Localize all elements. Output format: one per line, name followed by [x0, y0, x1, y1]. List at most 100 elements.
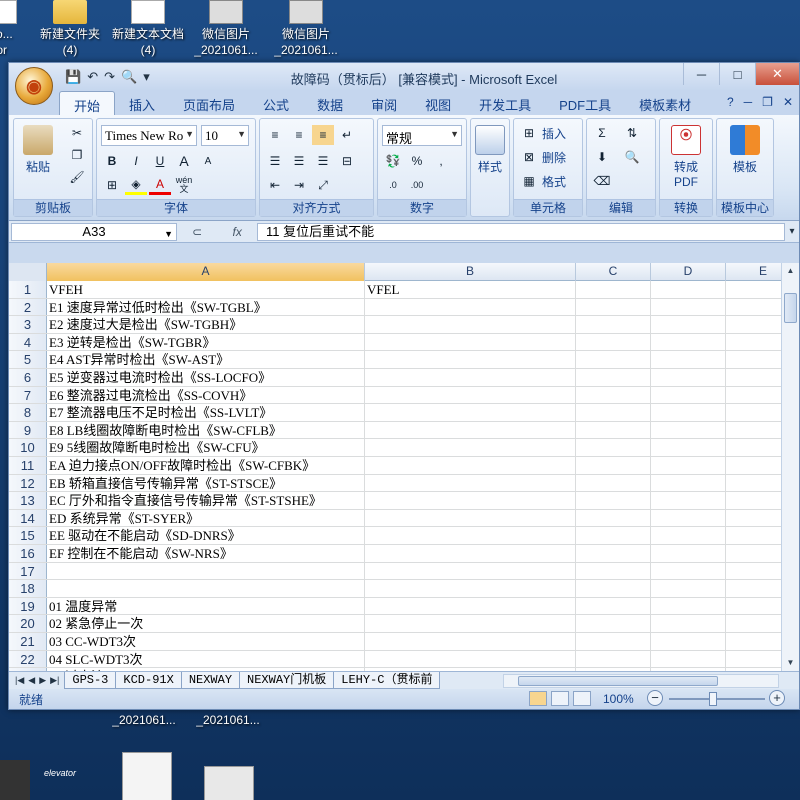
cell-d[interactable]	[651, 492, 726, 509]
cell-b[interactable]	[365, 580, 576, 597]
zoom-level[interactable]: 100%	[603, 692, 634, 706]
cell-a[interactable]: 01 温度异常	[47, 597, 365, 615]
cell-b[interactable]	[365, 351, 576, 368]
row-header[interactable]: 14	[9, 509, 47, 527]
cell-c[interactable]	[576, 615, 651, 632]
column-header-b[interactable]: B	[365, 263, 576, 281]
cell-a[interactable]: ED 系统异常《ST-SYER》	[47, 509, 365, 527]
wrap-text-icon[interactable]: ↵	[336, 125, 358, 145]
cell-c[interactable]	[576, 421, 651, 439]
horizontal-scroll-thumb[interactable]	[518, 676, 718, 686]
tab-templates[interactable]: 模板素材	[625, 91, 705, 115]
cell-d[interactable]	[651, 404, 726, 421]
align-middle-icon[interactable]: ≡	[288, 125, 310, 145]
office-button[interactable]: ◉	[15, 67, 53, 105]
format-painter-button[interactable]: 🖌	[66, 167, 88, 187]
elevator-app-icon[interactable]: elevator	[44, 750, 94, 800]
find-button[interactable]: 🔍	[621, 147, 643, 167]
cell-c[interactable]	[576, 404, 651, 421]
restore-button[interactable]: □	[719, 63, 755, 85]
zoom-out-button[interactable]: −	[647, 690, 663, 706]
increase-decimal-icon[interactable]: .0	[382, 175, 404, 195]
cell-c[interactable]	[576, 650, 651, 668]
cell-b[interactable]	[365, 615, 576, 632]
cell-d[interactable]	[651, 386, 726, 404]
cell-b[interactable]	[365, 509, 576, 527]
grow-font-button[interactable]: A	[173, 151, 195, 171]
cell-c[interactable]	[576, 439, 651, 456]
cell-e[interactable]	[726, 457, 783, 474]
expand-formula-bar-icon[interactable]: ▾	[785, 226, 799, 237]
cell-c[interactable]	[576, 457, 651, 474]
cell-e[interactable]	[726, 527, 783, 544]
workbook-close-button[interactable]: ✕	[783, 95, 793, 109]
tab-page-layout[interactable]: 页面布局	[169, 91, 249, 115]
cell-b[interactable]	[365, 597, 576, 615]
cell-d[interactable]	[651, 615, 726, 632]
cell-d[interactable]	[651, 351, 726, 368]
cell-a[interactable]: 03 CC-WDT3次	[47, 633, 365, 650]
sheet-tab-lehyc[interactable]: LEHY-C（贯标前	[333, 672, 441, 689]
decrease-decimal-icon[interactable]: .00	[406, 175, 428, 195]
delete-cells-button[interactable]: ⊠ 删除	[518, 147, 566, 167]
cell-d[interactable]	[651, 298, 726, 316]
cell-a[interactable]: E2 速度过大是检出《SW-TGBH》	[47, 316, 365, 333]
cell-b[interactable]	[365, 633, 576, 650]
cell-b[interactable]	[365, 457, 576, 474]
align-left-icon[interactable]: ☰	[264, 151, 286, 171]
fill-color-icon[interactable]: ◈	[125, 175, 147, 195]
font-size-select[interactable]: 10 ▼	[201, 125, 249, 146]
cell-e[interactable]	[726, 633, 783, 650]
cell-d[interactable]	[651, 633, 726, 650]
last-sheet-icon[interactable]: ▶|	[50, 675, 59, 686]
cell-d[interactable]	[651, 527, 726, 544]
cell-d[interactable]	[651, 281, 726, 298]
workbook-minimize-button[interactable]: ─	[744, 95, 753, 109]
first-sheet-icon[interactable]: |◀	[15, 675, 24, 686]
align-center-icon[interactable]: ☰	[288, 151, 310, 171]
cell-b[interactable]	[365, 439, 576, 456]
row-header[interactable]: 8	[9, 404, 47, 421]
increase-indent-icon[interactable]: ⇥	[288, 175, 310, 195]
merge-cells-icon[interactable]: ⊟	[336, 151, 358, 171]
bold-button[interactable]: B	[101, 151, 123, 171]
template-button[interactable]: 模板	[723, 125, 767, 175]
clear-button[interactable]: ⌫	[591, 171, 613, 191]
cell-d[interactable]	[651, 650, 726, 668]
sort-filter-button[interactable]: ⇅	[621, 123, 643, 143]
cell-a[interactable]: E6 整流器过电流检出《SS-COVH》	[47, 386, 365, 404]
column-header-a[interactable]: A	[47, 263, 365, 281]
cell-a[interactable]	[47, 562, 365, 580]
cell-c[interactable]	[576, 562, 651, 580]
cell-b[interactable]	[365, 545, 576, 562]
minimize-button[interactable]: ─	[683, 63, 719, 85]
cell-d[interactable]	[651, 421, 726, 439]
row-header[interactable]: 13	[9, 492, 47, 509]
cell-c[interactable]	[576, 316, 651, 333]
tab-formulas[interactable]: 公式	[249, 91, 303, 115]
screenshot-thumbnail[interactable]	[122, 752, 172, 800]
row-header[interactable]: 15	[9, 527, 47, 544]
formula-bar-handle[interactable]: ⊂	[192, 225, 202, 239]
cell-b[interactable]	[365, 333, 576, 351]
tab-developer[interactable]: 开发工具	[465, 91, 545, 115]
tab-pdf-tools[interactable]: PDF工具	[545, 91, 625, 115]
cell-c[interactable]	[576, 351, 651, 368]
cell-e[interactable]	[726, 510, 783, 527]
cell-a[interactable]: E3 逆转是检出《SW-TGBR》	[47, 333, 365, 351]
paste-button[interactable]: 粘贴	[20, 125, 56, 175]
cell-e[interactable]	[726, 422, 783, 439]
cell-a[interactable]: E7 整流器电压不足时检出《SS-LVLT》	[47, 404, 365, 421]
cell-c[interactable]	[576, 633, 651, 650]
cell-d[interactable]	[651, 333, 726, 351]
font-color-icon[interactable]: A	[149, 175, 171, 195]
tab-insert[interactable]: 插入	[115, 91, 169, 115]
cell-a[interactable]: E4 AST异常时检出《SW-AST》	[47, 351, 365, 368]
cell-d[interactable]	[651, 439, 726, 456]
fx-icon[interactable]: fx	[233, 225, 242, 239]
cell-b[interactable]	[365, 474, 576, 492]
cell-e[interactable]	[726, 351, 783, 368]
cell-e[interactable]	[726, 299, 783, 316]
cell-a[interactable]: E9 5线圈故障断电时检出《SW-CFU》	[47, 439, 365, 456]
cell-d[interactable]	[651, 474, 726, 492]
